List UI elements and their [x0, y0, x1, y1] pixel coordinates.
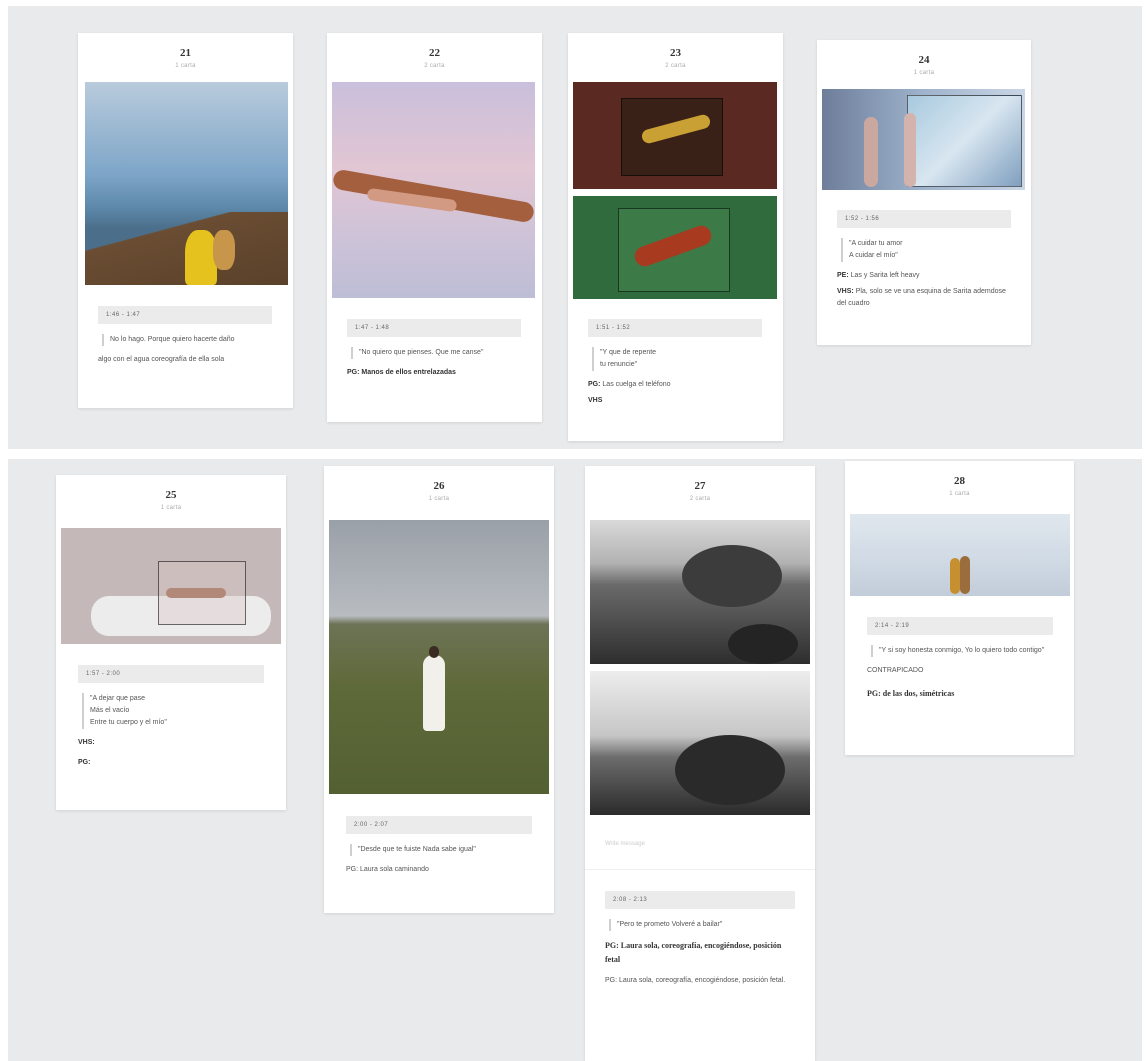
shot-subtitle: 1 carta: [428, 496, 450, 502]
shot-image[interactable]: [822, 89, 1025, 190]
shot-number: 27: [694, 480, 706, 492]
shot-note: PG:: [78, 759, 91, 766]
shot-image[interactable]: [332, 82, 535, 298]
shot-image[interactable]: [590, 671, 810, 815]
shot-card[interactable]: 28 1 carta 2:14 - 2:19 "Y si soy honesta…: [845, 461, 1074, 755]
shot-note: PG: Manos de ellos entrelazadas: [347, 369, 456, 376]
shot-subtitle: 1 carta: [175, 63, 196, 69]
shot-image[interactable]: [850, 514, 1070, 596]
shot-card[interactable]: 27 2 carta Write message 2:08 - 2:13 "Pe…: [585, 466, 815, 1061]
timecode: 1:51 - 1:52: [588, 319, 762, 337]
lyric-quote: "Desde que te fuiste Nada sabe igual": [350, 844, 532, 856]
shot-note: PG: Las cuelga el teléfono: [588, 381, 671, 388]
shot-image[interactable]: [573, 82, 777, 189]
timecode: 2:08 - 2:13: [605, 891, 795, 909]
shot-subtitle: 1 carta: [913, 70, 935, 76]
lyric-quote: "A cuidar tu amor A cuidar el mío": [841, 238, 1011, 262]
shot-card[interactable]: 22 2 carta 1:47 - 1:48 "No quiero que pi…: [327, 33, 542, 422]
camera-angle: CONTRAPICADO: [867, 667, 924, 674]
shot-image[interactable]: [590, 520, 810, 664]
timecode: 1:46 - 1:47: [98, 306, 272, 324]
shot-card[interactable]: 23 2 carta 1:51 - 1:52 "Y que de repente…: [568, 33, 783, 441]
timecode: 1:57 - 2:00: [78, 665, 264, 683]
timecode: 1:52 - 1:56: [837, 210, 1011, 228]
shot-number: 21: [180, 47, 191, 59]
lyric-quote: "Pero te prometo Volveré a bailar": [609, 919, 795, 931]
shot-card[interactable]: 21 1 carta 1:46 - 1:47 No lo hago. Porqu…: [78, 33, 293, 408]
shot-number: 28: [954, 475, 965, 487]
shot-image[interactable]: [573, 196, 777, 299]
shot-image[interactable]: [329, 520, 549, 794]
shot-subtitle: 2 carta: [424, 63, 445, 69]
shot-number: 26: [433, 480, 445, 492]
shot-note: VHS: [588, 397, 603, 404]
shot-note: PG: Laura sola, coreografía, encogiéndos…: [605, 977, 786, 984]
lyric-quote: No lo hago. Porque quiero hacerte daño: [102, 334, 272, 346]
shot-note-bold: PG: de las dos, simétricas: [867, 689, 955, 698]
shot-card[interactable]: 24 1 carta 1:52 - 1:56 "A cuidar tu amor…: [817, 40, 1031, 345]
shot-note: PG: Laura sola caminando: [346, 866, 429, 873]
lyric-quote: "No quiero que pienses. Que me canse": [351, 347, 521, 359]
shot-card[interactable]: 25 1 carta 1:57 - 2:00 "A dejar que pase…: [56, 475, 286, 810]
shot-subtitle: 1 carta: [160, 505, 182, 511]
shot-subtitle: 1 carta: [949, 491, 970, 497]
lyric-quote: "Y que de repente tu renuncie": [592, 347, 762, 371]
shot-card[interactable]: 26 1 carta 2:00 - 2:07 "Desde que te fui…: [324, 466, 554, 913]
shot-image[interactable]: [61, 528, 281, 644]
shot-note: VHS:: [78, 739, 95, 746]
shot-number: 24: [918, 54, 930, 66]
shot-note-bold: PG: Laura sola, coreografía, encogiéndos…: [605, 941, 782, 964]
shot-subtitle: 2 carta: [689, 496, 711, 502]
timecode: 2:14 - 2:19: [867, 617, 1053, 635]
shot-image[interactable]: [85, 82, 288, 285]
shot-number: 22: [429, 47, 440, 59]
message-input[interactable]: Write message: [605, 841, 795, 847]
lyric-quote: "Y si soy honesta conmigo, Yo lo quiero …: [871, 645, 1053, 657]
shot-note: algo con el agua coreografía de ella sol…: [98, 356, 225, 363]
timecode: 1:47 - 1:48: [347, 319, 521, 337]
shot-number: 23: [670, 47, 681, 59]
lyric-quote: "A dejar que pase Más el vacío Entre tu …: [82, 693, 264, 729]
timecode: 2:00 - 2:07: [346, 816, 532, 834]
shot-note: VHS: Pla, solo se ve una esquina de Sari…: [837, 288, 1006, 307]
shot-note: PE: Las y Sarita left heavy: [837, 272, 920, 279]
shot-number: 25: [165, 489, 177, 501]
shot-subtitle: 2 carta: [665, 63, 686, 69]
